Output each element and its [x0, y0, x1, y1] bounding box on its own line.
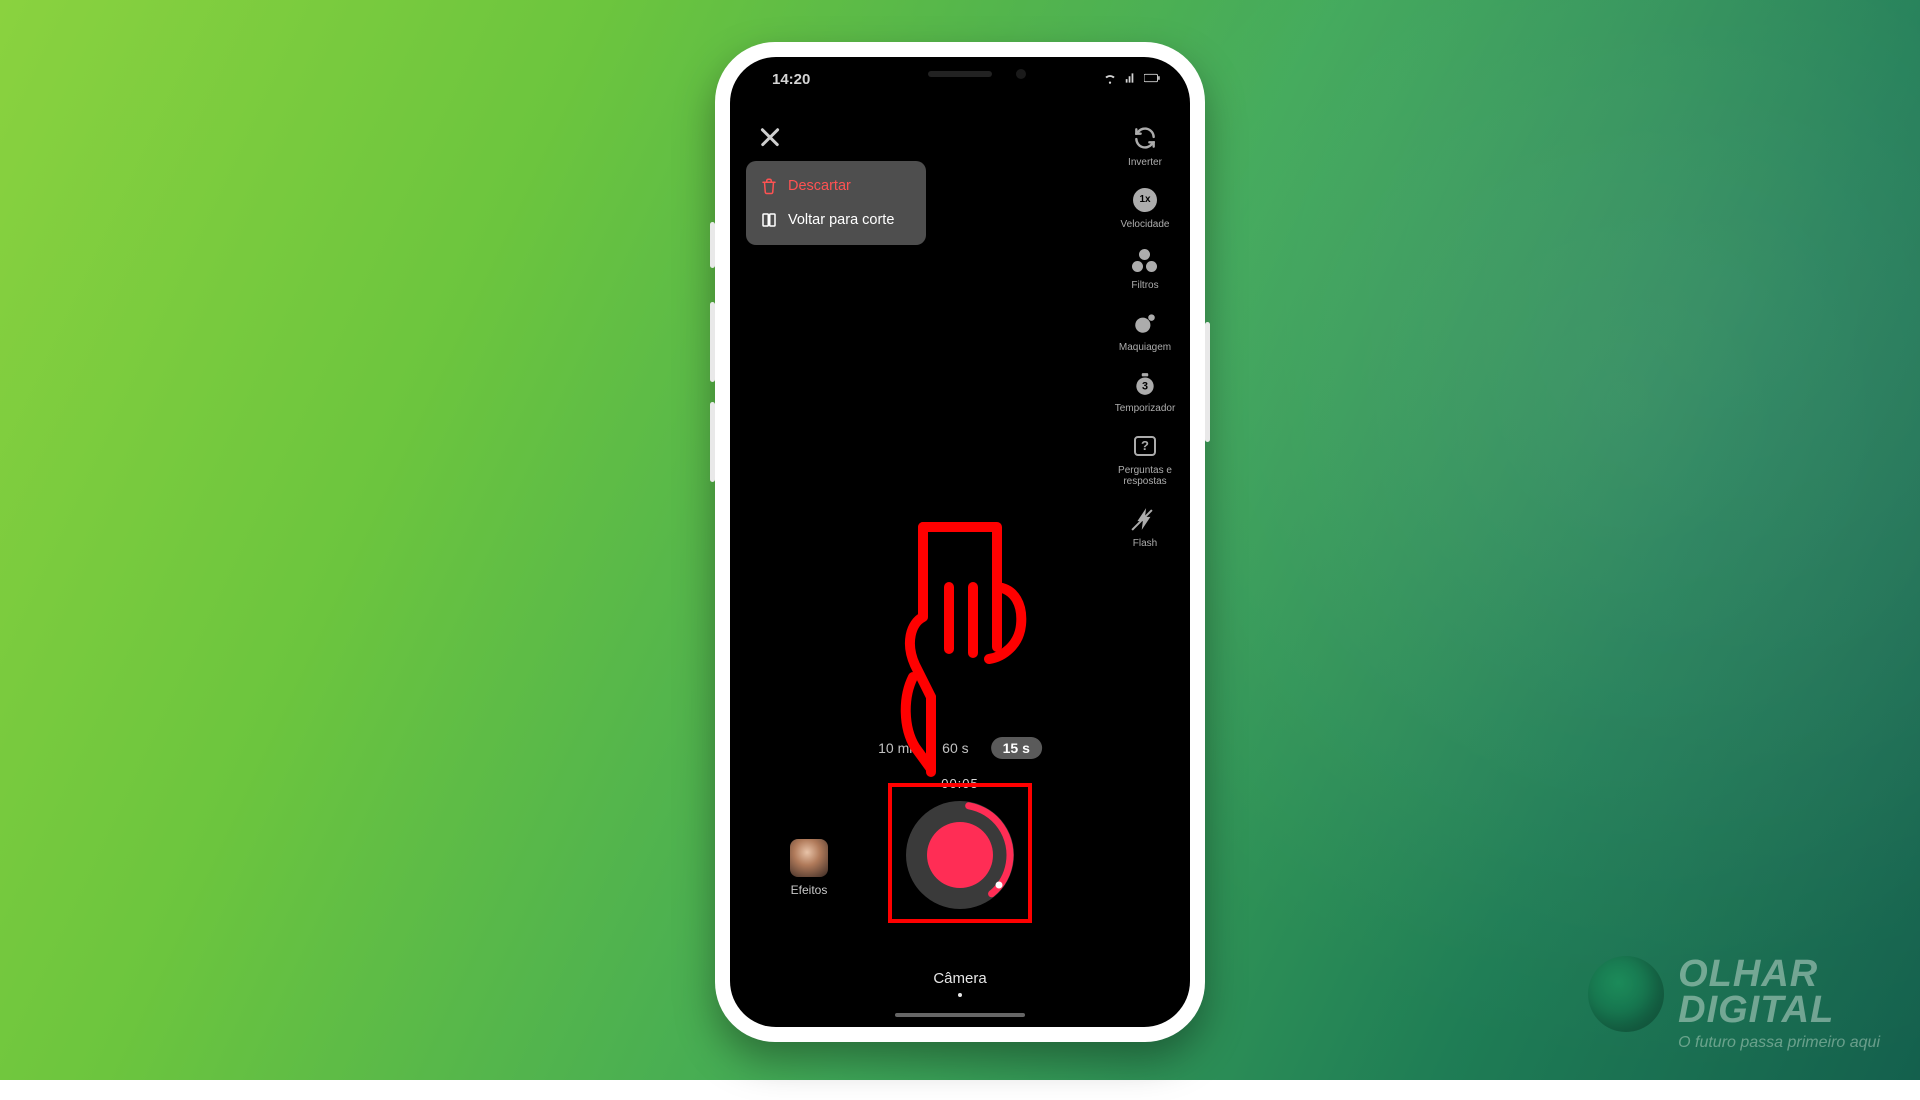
tool-speed[interactable]: 1x Velocidade — [1106, 185, 1184, 231]
cut-icon — [760, 211, 778, 229]
tool-timer[interactable]: 3 Temporizador — [1106, 369, 1184, 415]
timer-icon: 3 — [1130, 369, 1160, 399]
phone-screen: 14:20 Descartar — [730, 57, 1190, 1027]
tool-qa[interactable]: ? Perguntas e respostas — [1106, 431, 1184, 488]
phone-side-button — [1205, 322, 1210, 442]
watermark-tagline: O futuro passa primeiro aqui — [1678, 1034, 1880, 1052]
mode-camera-label: Câmera — [933, 970, 986, 987]
discard-option[interactable]: Descartar — [750, 169, 922, 203]
tool-flash[interactable]: Flash — [1106, 504, 1184, 550]
watermark-globe-icon — [1588, 956, 1664, 1032]
home-indicator — [895, 1013, 1025, 1017]
status-bar: 14:20 — [730, 57, 1190, 97]
duration-option-60s[interactable]: 60 s — [942, 740, 968, 756]
tool-label: Flash — [1133, 538, 1157, 550]
effects-button[interactable]: Efeitos — [790, 839, 828, 897]
phone-side-button — [710, 402, 715, 482]
tool-label: Velocidade — [1121, 219, 1170, 231]
tool-label: Inverter — [1128, 157, 1162, 169]
question-icon: ? — [1130, 431, 1160, 461]
tool-filters[interactable]: Filtros — [1106, 246, 1184, 292]
makeup-icon — [1130, 308, 1160, 338]
svg-text:3: 3 — [1142, 380, 1148, 392]
tool-label: Temporizador — [1115, 403, 1176, 415]
signal-icon — [1123, 71, 1139, 89]
status-time: 14:20 — [772, 71, 810, 88]
phone-frame: 14:20 Descartar — [715, 42, 1205, 1042]
effects-thumbnail — [790, 839, 828, 877]
duration-picker: 10 min 60 s 15 s — [878, 737, 1042, 759]
tool-makeup[interactable]: Maquiagem — [1106, 308, 1184, 354]
watermark-brand-line1: OLHAR — [1678, 956, 1880, 992]
tool-label: Filtros — [1131, 280, 1158, 292]
tool-label: Perguntas e respostas — [1107, 465, 1183, 488]
wifi-icon — [1102, 71, 1118, 89]
tool-invert[interactable]: Inverter — [1106, 123, 1184, 169]
back-to-cut-label: Voltar para corte — [788, 212, 894, 228]
phone-side-button — [710, 302, 715, 382]
discard-popup: Descartar Voltar para corte — [746, 161, 926, 245]
speed-icon: 1x — [1130, 185, 1160, 215]
watermark: OLHAR DIGITAL O futuro passa primeiro aq… — [1588, 956, 1880, 1052]
tool-rail: Inverter 1x Velocidade Filtros Maquiagem — [1106, 123, 1184, 549]
mode-indicator-dot — [958, 993, 962, 997]
bottom-mode-nav[interactable]: Câmera — [730, 970, 1190, 997]
watermark-brand-line2: DIGITAL — [1678, 992, 1880, 1028]
discard-label: Descartar — [788, 178, 851, 194]
tool-label: Maquiagem — [1119, 342, 1171, 354]
refresh-icon — [1130, 123, 1160, 153]
close-button[interactable] — [756, 123, 784, 151]
record-progress-arc — [906, 801, 1014, 909]
trash-icon — [760, 177, 778, 195]
effects-label: Efeitos — [791, 883, 828, 897]
filters-icon — [1130, 246, 1160, 276]
battery-icon — [1144, 71, 1160, 89]
duration-option-10min[interactable]: 10 min — [878, 740, 920, 756]
flash-off-icon — [1130, 504, 1160, 534]
duration-option-15s-selected[interactable]: 15 s — [991, 737, 1042, 759]
back-to-cut-option[interactable]: Voltar para corte — [750, 203, 922, 237]
record-button[interactable] — [906, 801, 1014, 909]
phone-side-button — [710, 222, 715, 268]
